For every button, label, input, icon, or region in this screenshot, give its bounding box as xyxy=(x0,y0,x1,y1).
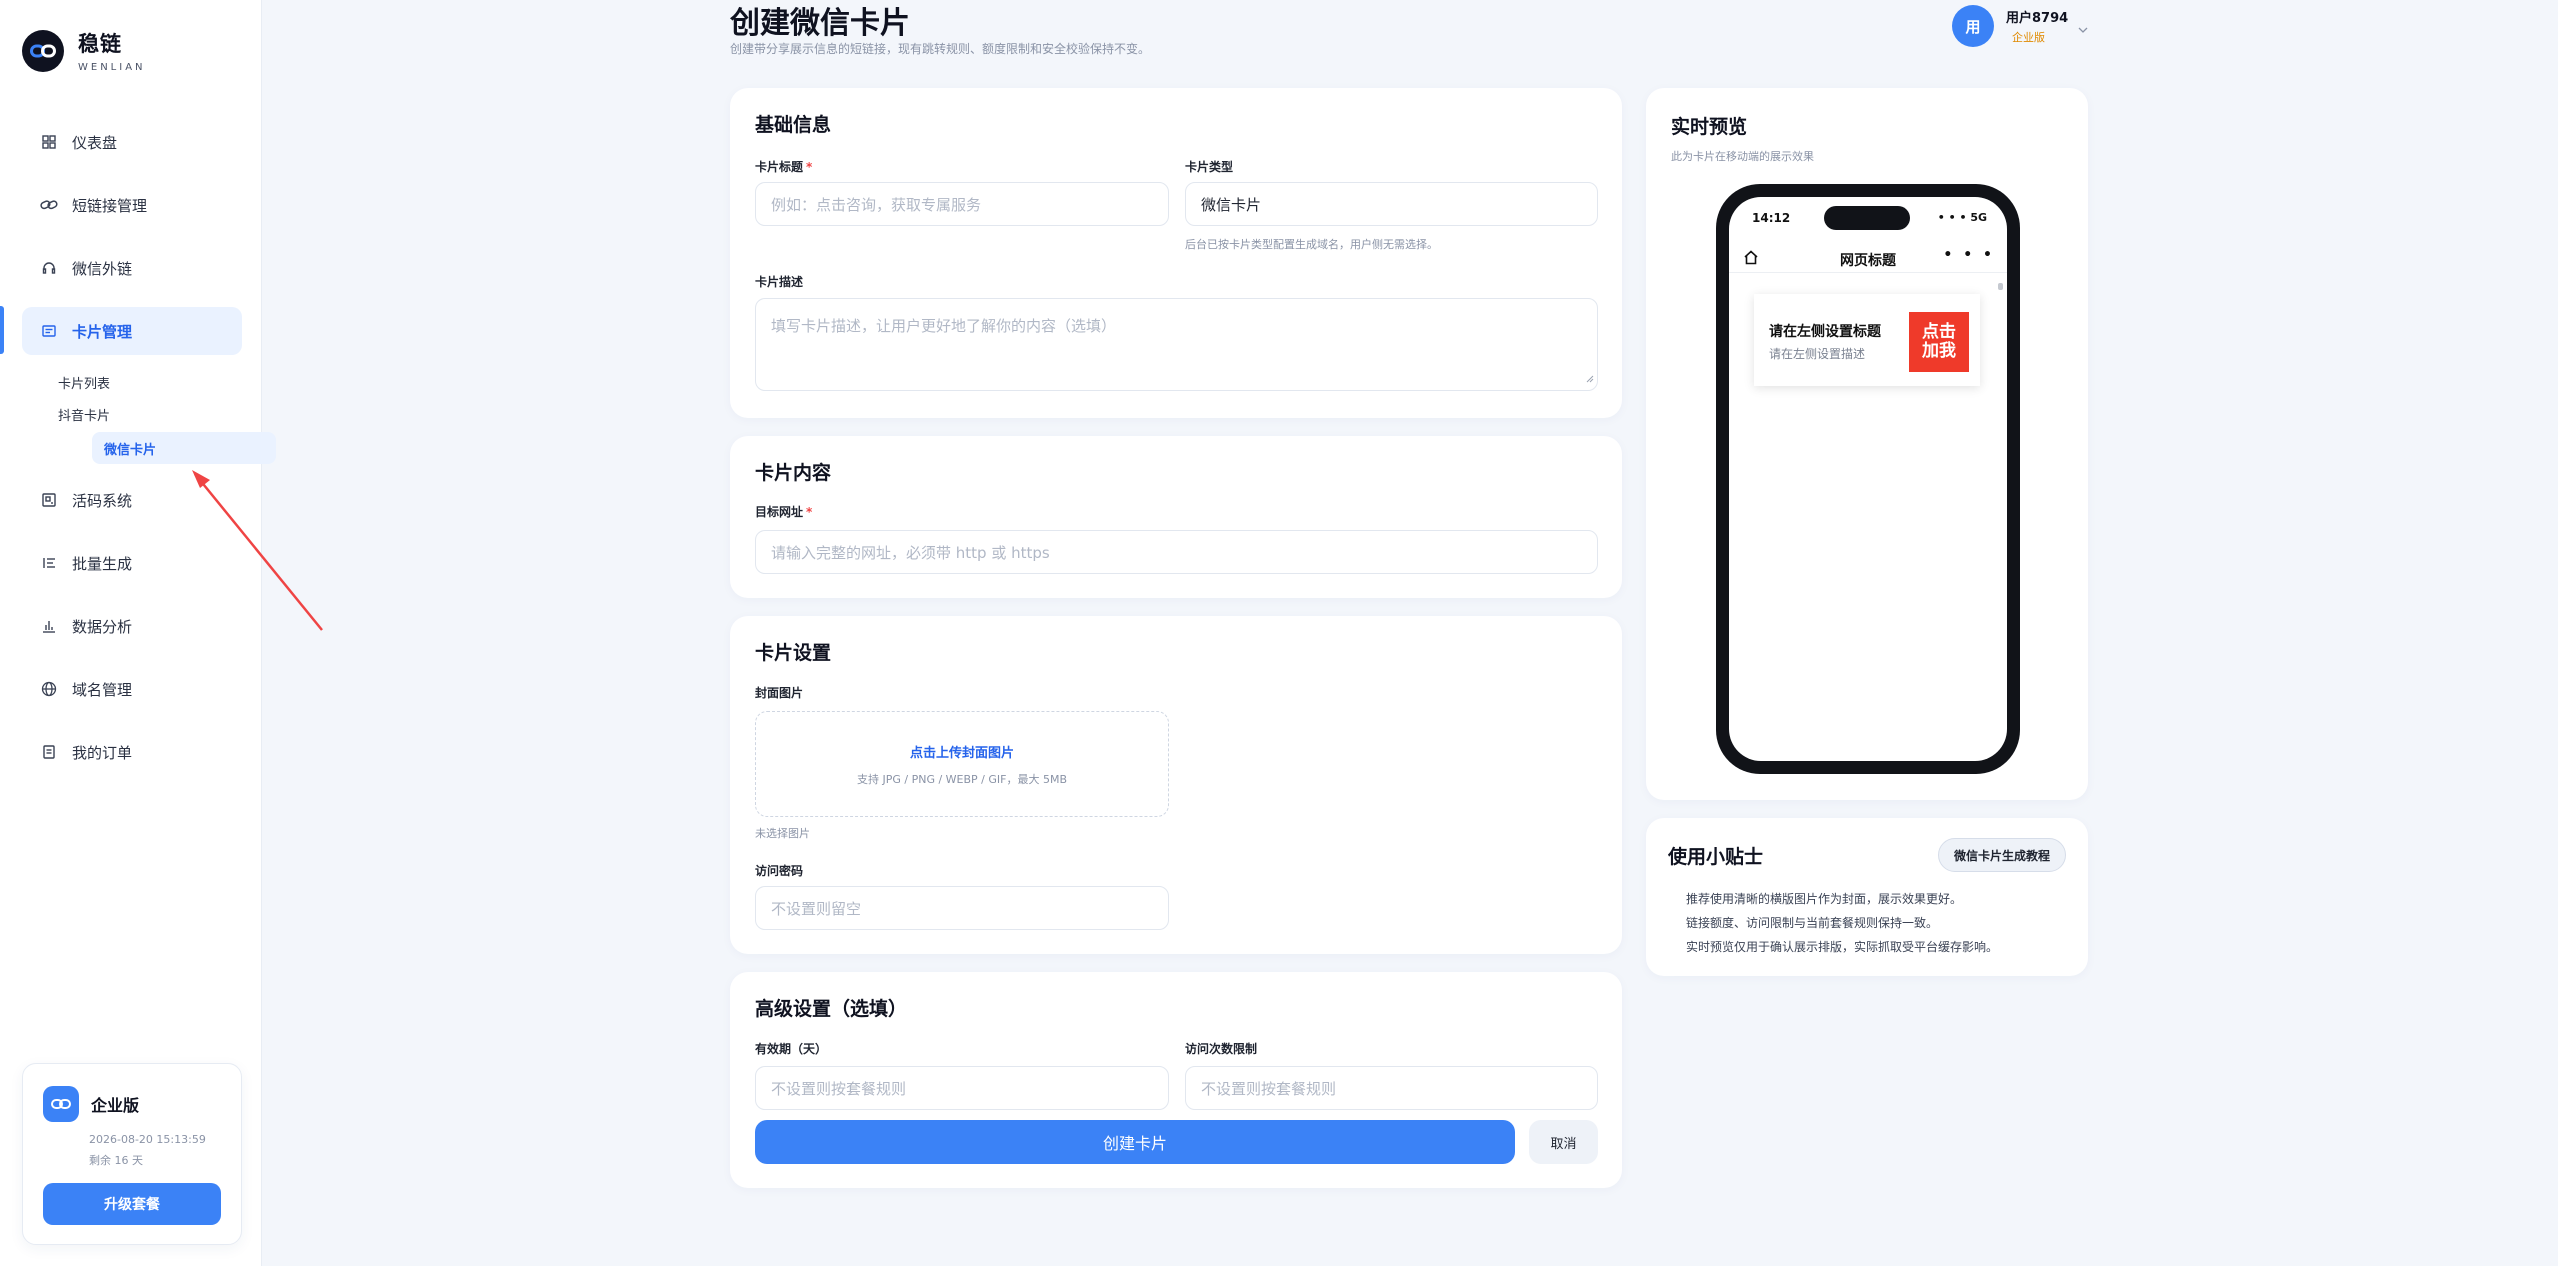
card-subnav: 卡片列表 抖音卡片 微信卡片 xyxy=(56,366,276,464)
section-title: 实时预览 xyxy=(1671,116,1748,138)
list-icon xyxy=(40,554,58,572)
brand[interactable]: 稳链 WENLIAN xyxy=(22,28,146,73)
sidebar-item-domains[interactable]: 域名管理 xyxy=(22,665,242,713)
visit-limit-label: 访问次数限制 xyxy=(1185,1042,1258,1056)
sidebar-item-label: 活码系统 xyxy=(72,491,133,510)
brand-subtitle: WENLIAN xyxy=(78,62,146,73)
section-title: 基础信息 xyxy=(755,114,832,136)
avatar: 用 xyxy=(1952,5,1994,47)
sidebar-item-label: 仪表盘 xyxy=(72,133,118,152)
phone-mockup: 14:12 • • • 5G 网页标题 • • • 请在左侧设置标题 请在左侧设… xyxy=(1716,184,2020,774)
resize-handle-icon[interactable] xyxy=(1586,369,1594,387)
sidebar-nav: 仪表盘 短链接管理 微信外链 卡片管理 卡片列表 抖音卡片 微信卡片 活码系统 … xyxy=(22,118,276,791)
link-icon xyxy=(40,196,58,214)
sidebar-item-label: 数据分析 xyxy=(72,617,133,636)
user-name: 用户8794 xyxy=(2006,11,2069,26)
sidebar-item-orders[interactable]: 我的订单 xyxy=(22,728,242,776)
active-indicator xyxy=(0,306,4,354)
more-icon: • • • xyxy=(1943,247,1995,263)
card-desc-placeholder: 填写卡片描述，让用户更好地了解你的内容（选填） xyxy=(771,317,1117,335)
plan-expiry: 2026-08-20 15:13:59 xyxy=(89,1133,206,1146)
preview-card-thumbnail: 点击加我 xyxy=(1909,312,1969,372)
brand-logo-icon xyxy=(22,29,64,72)
user-menu[interactable]: 用 用户8794 企业版 xyxy=(1952,5,2088,47)
tip-item: 链接额度、访问限制与当前套餐规则保持一致。 xyxy=(1686,916,1939,930)
section-title: 使用小贴士 xyxy=(1668,846,1764,868)
password-input[interactable]: 不设置则留空 xyxy=(755,886,1169,930)
page-title: 创建微信卡片 xyxy=(730,6,910,41)
status-time: 14:12 xyxy=(1752,211,1791,225)
plan-logo-icon xyxy=(43,1086,79,1122)
tutorial-button[interactable]: 微信卡片生成教程 xyxy=(1938,838,2066,872)
card-title-label: 卡片标题 * xyxy=(755,160,813,174)
card-type-field[interactable]: 微信卡片 xyxy=(1185,182,1598,226)
section-title: 卡片内容 xyxy=(755,462,832,484)
user-tier-badge: 企业版 xyxy=(2012,31,2045,44)
section-title: 卡片设置 xyxy=(755,642,832,664)
upgrade-button[interactable]: 升级套餐 xyxy=(43,1183,221,1225)
share-card-preview: 请在左侧设置标题 请在左侧设置描述 点击加我 xyxy=(1754,294,1980,386)
target-url-label: 目标网址 * xyxy=(755,505,813,519)
grid-icon xyxy=(40,133,58,151)
visit-limit-input[interactable]: 不设置则按套餐规则 xyxy=(1185,1066,1598,1110)
section-title: 高级设置（选填） xyxy=(755,998,908,1020)
basic-info-card: 基础信息 卡片标题 * 例如：点击咨询，获取专属服务 卡片类型 微信卡片 后台已按… xyxy=(730,88,1622,418)
sidebar-item-wechat-links[interactable]: 微信外链 xyxy=(22,244,242,292)
qrcode-icon xyxy=(40,491,58,509)
status-network: • • • 5G xyxy=(1937,211,1987,224)
sidebar-item-label: 卡片管理 xyxy=(72,322,133,341)
card-type-hint: 后台已按卡片类型配置生成域名，用户侧无需选择。 xyxy=(1185,238,1438,251)
upload-link[interactable]: 点击上传封面图片 xyxy=(910,742,1014,761)
tips-list: 推荐使用清晰的横版图片作为封面，展示效果更好。 链接额度、访问限制与当前套餐规则… xyxy=(1686,887,1998,959)
sidebar-item-dashboard[interactable]: 仪表盘 xyxy=(22,118,242,166)
subnav-item-card-list[interactable]: 卡片列表 xyxy=(22,366,240,398)
globe-icon xyxy=(40,680,58,698)
advanced-settings-card: 高级设置（选填） 有效期（天） 不设置则按套餐规则 访问次数限制 不设置则按套餐… xyxy=(730,972,1622,1188)
preview-card-desc: 请在左侧设置描述 xyxy=(1769,347,1866,361)
brand-name: 稳链 xyxy=(78,32,122,56)
headset-icon xyxy=(40,259,58,277)
tip-item: 实时预览仅用于确认展示排版，实际抓取受平台缓存影响。 xyxy=(1686,940,1999,954)
card-content-card: 卡片内容 目标网址 * 请输入完整的网址，必须带 http 或 https xyxy=(730,436,1622,598)
plan-remaining: 剩余 16 天 xyxy=(89,1154,143,1167)
card-desc-label: 卡片描述 xyxy=(755,275,804,289)
sidebar-item-label: 批量生成 xyxy=(72,554,133,573)
card-type-label: 卡片类型 xyxy=(1185,160,1234,174)
upload-hint: 支持 JPG / PNG / WEBP / GIF，最大 5MB xyxy=(856,772,1067,786)
sidebar-item-shortlinks[interactable]: 短链接管理 xyxy=(22,181,242,229)
tip-item: 推荐使用清晰的横版图片作为封面，展示效果更好。 xyxy=(1686,892,1963,906)
preview-card-title: 请在左侧设置标题 xyxy=(1769,324,1881,340)
sidebar-item-card-management[interactable]: 卡片管理 xyxy=(22,307,242,355)
preview-subtitle: 此为卡片在移动端的展示效果 xyxy=(1671,150,1814,163)
phone-notch xyxy=(1824,206,1910,230)
card-icon xyxy=(40,322,58,340)
sidebar-item-label: 短链接管理 xyxy=(72,196,148,215)
subnav-item-douyin-card[interactable]: 抖音卡片 xyxy=(22,398,240,430)
sidebar-item-label: 域名管理 xyxy=(72,680,133,699)
annotation-arrow-icon xyxy=(192,470,323,631)
chart-icon xyxy=(40,617,58,635)
page-subtitle: 创建带分享展示信息的短链接，现有跳转规则、额度限制和安全校验保持不变。 xyxy=(730,42,1151,56)
cover-image-label: 封面图片 xyxy=(755,686,804,700)
cancel-button[interactable]: 取消 xyxy=(1529,1120,1598,1164)
sidebar-item-label: 微信外链 xyxy=(72,259,133,278)
expiry-days-input[interactable]: 不设置则按套餐规则 xyxy=(755,1066,1169,1110)
scrollbar xyxy=(1998,283,2003,290)
sidebar-item-label: 我的订单 xyxy=(72,743,133,762)
target-url-input[interactable]: 请输入完整的网址，必须带 http 或 https xyxy=(755,530,1598,574)
document-icon xyxy=(40,743,58,761)
plan-name: 企业版 xyxy=(91,1096,140,1115)
wechat-nav-bar: 网页标题 • • • xyxy=(1729,243,2007,273)
card-settings-card: 卡片设置 封面图片 点击上传封面图片 支持 JPG / PNG / WEBP /… xyxy=(730,616,1622,954)
cover-upload-dropzone[interactable]: 点击上传封面图片 支持 JPG / PNG / WEBP / GIF，最大 5M… xyxy=(755,711,1169,817)
expiry-days-label: 有效期（天） xyxy=(755,1042,828,1056)
chevron-down-icon xyxy=(2078,18,2088,37)
plan-card: 企业版 2026-08-20 15:13:59 剩余 16 天 升级套餐 xyxy=(22,1063,242,1245)
card-desc-textarea[interactable]: 填写卡片描述，让用户更好地了解你的内容（选填） xyxy=(755,298,1598,391)
no-image-text: 未选择图片 xyxy=(755,827,810,840)
create-card-button[interactable]: 创建卡片 xyxy=(755,1120,1515,1164)
password-label: 访问密码 xyxy=(755,864,804,878)
phone-screen: 14:12 • • • 5G 网页标题 • • • 请在左侧设置标题 请在左侧设… xyxy=(1729,197,2007,761)
card-title-input[interactable]: 例如：点击咨询，获取专属服务 xyxy=(755,182,1169,226)
